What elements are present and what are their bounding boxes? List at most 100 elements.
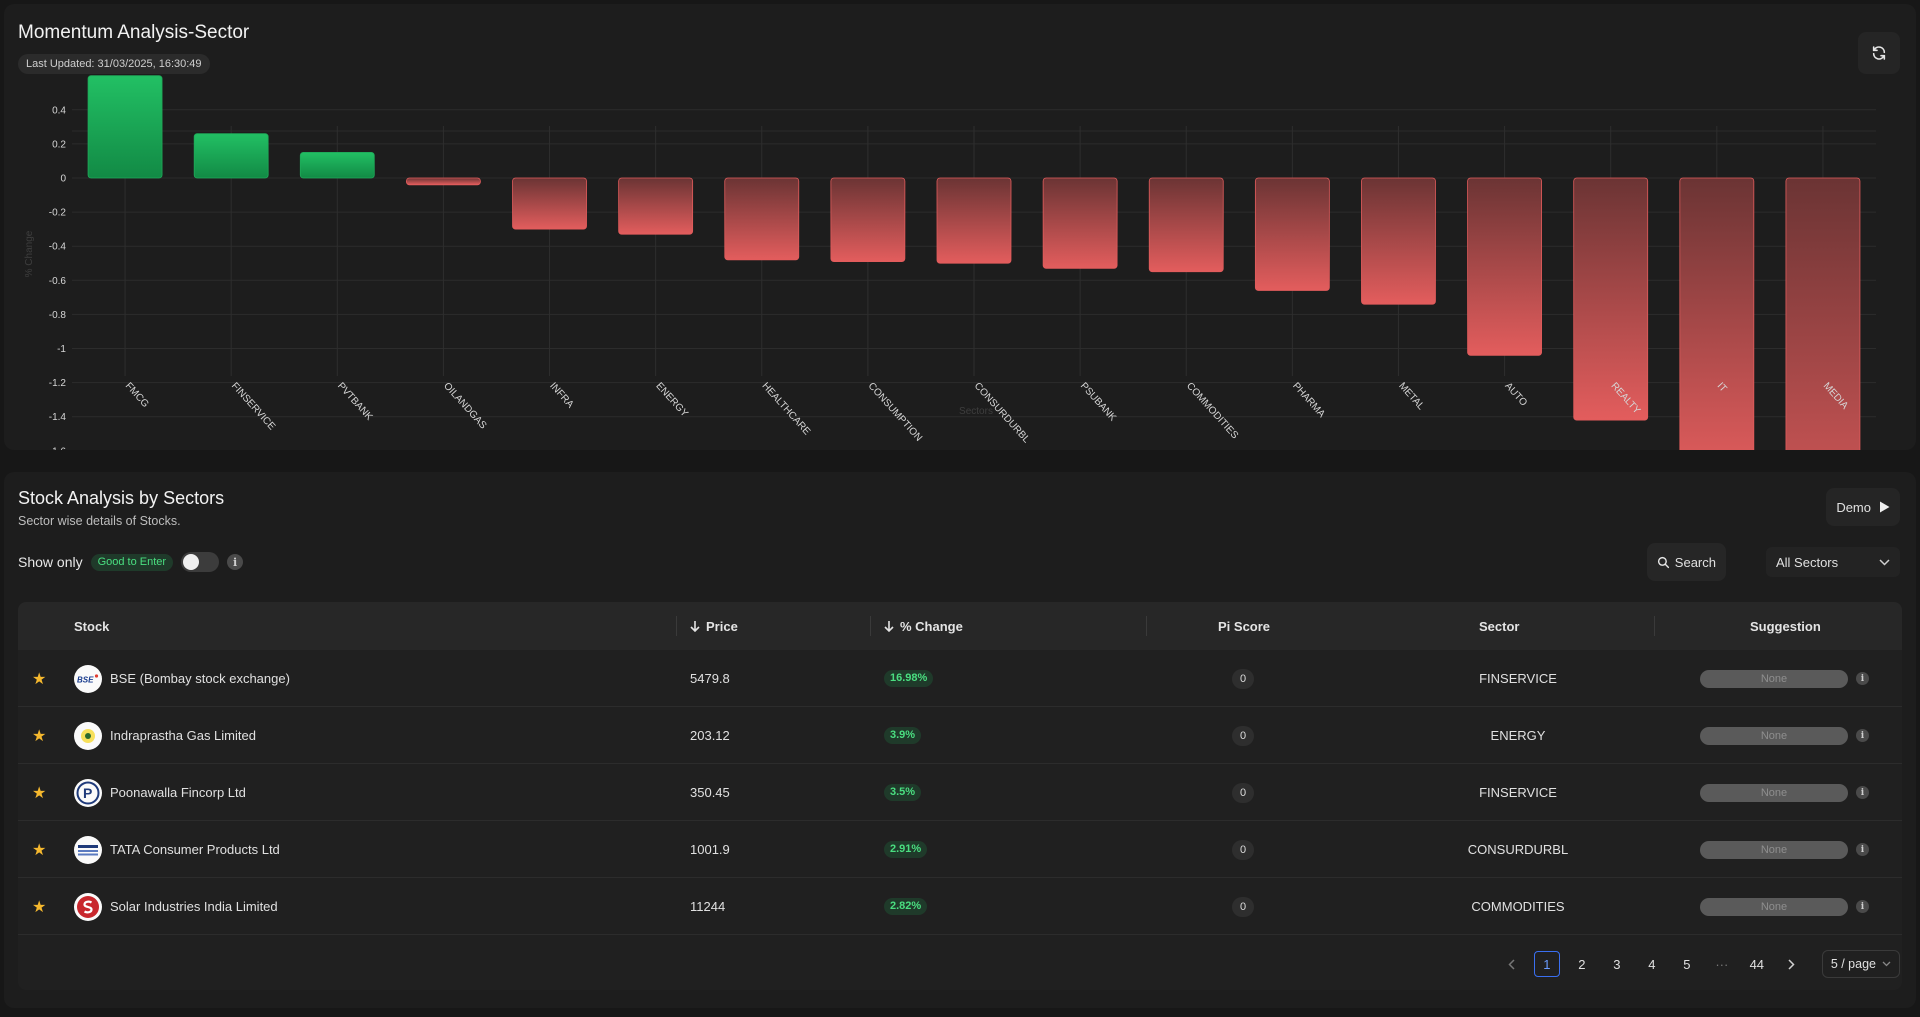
- x-tick-label: FMCG: [123, 381, 151, 410]
- star-icon[interactable]: ★: [32, 897, 46, 917]
- stock-analysis-card: Stock Analysis by Sectors Sector wise de…: [4, 472, 1916, 1008]
- info-icon[interactable]: i: [1856, 900, 1869, 913]
- x-tick-label: METAL: [1396, 381, 1426, 413]
- stock-name[interactable]: BSE (Bombay stock exchange): [110, 671, 290, 686]
- page-button-1[interactable]: 1: [1533, 951, 1560, 977]
- demo-button[interactable]: Demo: [1826, 488, 1900, 526]
- column-price-label: Price: [706, 618, 738, 634]
- sector-select[interactable]: All Sectors: [1766, 547, 1900, 577]
- pi-score-badge: 0: [1232, 782, 1254, 803]
- y-tick-label: -1.6: [49, 446, 67, 450]
- stock-name[interactable]: Poonawalla Fincorp Ltd: [110, 785, 246, 800]
- star-icon[interactable]: ★: [32, 840, 46, 860]
- y-tick-label: -1.4: [49, 412, 67, 423]
- suggestion-pill: None: [1700, 897, 1848, 916]
- page-button-2[interactable]: 2: [1569, 951, 1595, 977]
- bar-it: [1679, 177, 1755, 450]
- pi-score-badge: 0: [1232, 668, 1254, 689]
- stock-name[interactable]: Solar Industries India Limited: [110, 899, 278, 914]
- column-sector[interactable]: Sector: [1479, 602, 1519, 650]
- demo-label: Demo: [1836, 499, 1871, 515]
- column-divider: [1146, 616, 1147, 636]
- pi-score-badge: 0: [1232, 725, 1254, 746]
- x-tick-label: INFRA: [547, 381, 575, 411]
- search-button[interactable]: Search: [1646, 543, 1726, 581]
- stock-name[interactable]: Indraprastha Gas Limited: [110, 728, 256, 743]
- x-tick-label: CONSUMPTION: [866, 381, 924, 444]
- stock-price: 5479.8: [690, 671, 730, 686]
- info-icon[interactable]: i: [1856, 672, 1869, 685]
- chevron-right-icon: [1788, 958, 1795, 970]
- bar-media: [1785, 177, 1861, 450]
- x-axis-title: Sectors: [959, 406, 993, 417]
- stock-name[interactable]: TATA Consumer Products Ltd: [110, 842, 280, 857]
- y-tick-label: -0.8: [49, 310, 67, 321]
- bar-healthcare: [724, 177, 800, 261]
- pagination: 1 2 3 4 5 ··· 44 5 / page: [1499, 950, 1900, 978]
- change-badge: 2.91%: [884, 841, 928, 858]
- page-ellipsis[interactable]: ···: [1709, 951, 1735, 977]
- y-tick-label: 0.2: [52, 139, 66, 150]
- stock-table: Stock Price % Change Pi Score Sector Sug…: [18, 602, 1902, 990]
- stock-sector: CONSURDURBL: [1467, 842, 1569, 857]
- stock-price: 350.45: [690, 785, 730, 800]
- info-icon[interactable]: i: [1856, 729, 1869, 742]
- stock-sector: ENERGY: [1490, 728, 1546, 743]
- table-row[interactable]: ★ P Poonawalla Fincorp Ltd 350.45 3.5% 0…: [18, 764, 1902, 821]
- next-page-button[interactable]: [1779, 951, 1805, 977]
- bar-consumption: [830, 177, 906, 262]
- x-tick-label: PSUBANK: [1078, 381, 1118, 424]
- column-suggestion-label: Suggestion: [1750, 618, 1821, 634]
- info-icon[interactable]: i: [227, 554, 244, 570]
- bar-metal: [1361, 177, 1436, 305]
- page-button-3[interactable]: 3: [1604, 951, 1630, 977]
- info-icon[interactable]: i: [1856, 786, 1869, 799]
- bar-fmcg: [87, 75, 163, 179]
- column-sector-label: Sector: [1479, 618, 1520, 634]
- poonawalla-logo: P: [74, 778, 102, 807]
- stock-sector: FINSERVICE: [1479, 671, 1557, 686]
- page-button-4[interactable]: 4: [1639, 951, 1665, 977]
- sector-select-value: All Sectors: [1776, 554, 1839, 570]
- chevron-down-icon: [1879, 558, 1890, 566]
- x-tick-label: ENERGY: [653, 381, 690, 420]
- bar-psubank: [1042, 177, 1118, 269]
- igl-logo: [74, 721, 102, 750]
- change-badge: 3.5%: [884, 784, 922, 801]
- table-row[interactable]: ★ Indraprastha Gas Limited 203.12 3.9% 0…: [18, 707, 1902, 764]
- y-tick-label: 0.4: [52, 105, 66, 116]
- column-stock[interactable]: Stock: [74, 602, 109, 650]
- column-suggestion[interactable]: Suggestion: [1750, 602, 1821, 650]
- page-size-select[interactable]: 5 / page: [1821, 950, 1900, 978]
- x-tick-label: OILANDGAS: [441, 381, 488, 432]
- info-icon[interactable]: i: [1856, 843, 1869, 856]
- y-tick-label: 0: [60, 174, 66, 185]
- x-tick-label: HEALTHCARE: [760, 381, 813, 438]
- y-tick-label: -0.6: [49, 276, 67, 287]
- bar-infra: [512, 177, 587, 230]
- sort-down-icon: [690, 621, 700, 632]
- good-to-enter-badge: Good to Enter: [90, 553, 174, 571]
- show-only-filter: Show only Good to Enter i: [18, 552, 244, 572]
- column-pi-score[interactable]: Pi Score: [1218, 602, 1270, 650]
- star-icon[interactable]: ★: [32, 669, 46, 689]
- page-button-5[interactable]: 5: [1674, 951, 1700, 977]
- star-icon[interactable]: ★: [32, 783, 46, 803]
- suggestion-pill: None: [1700, 669, 1848, 688]
- table-row[interactable]: ★ Solar Industries India Limited 11244 2…: [18, 878, 1902, 935]
- prev-page-button[interactable]: [1499, 951, 1525, 977]
- sort-down-icon: [884, 621, 894, 632]
- star-icon[interactable]: ★: [32, 726, 46, 746]
- column-price[interactable]: Price: [690, 602, 738, 650]
- x-tick-label: AUTO: [1502, 381, 1529, 409]
- sector-momentum-card: Momentum Analysis-Sector Last Updated: 3…: [4, 4, 1916, 450]
- column-change[interactable]: % Change: [884, 602, 963, 650]
- page-button-last[interactable]: 44: [1744, 951, 1770, 977]
- page-size-label: 5 / page: [1830, 957, 1876, 971]
- table-row[interactable]: ★ TATA Consumer Products Ltd 1001.9 2.91…: [18, 821, 1902, 878]
- table-row[interactable]: ★ BSE BSE (Bombay stock exchange) 5479.8…: [18, 650, 1902, 707]
- chevron-down-icon: [1882, 961, 1891, 967]
- change-badge: 2.82%: [884, 898, 928, 915]
- good-to-enter-toggle[interactable]: [181, 552, 220, 572]
- stock-price: 1001.9: [690, 842, 730, 857]
